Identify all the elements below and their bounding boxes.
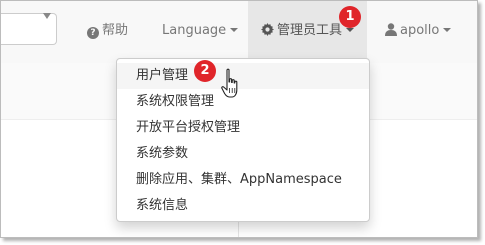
menu-item-system-permission[interactable]: 系统权限管理 bbox=[117, 89, 369, 115]
select-caret-icon[interactable] bbox=[43, 13, 51, 19]
menu-item-label: 系统参数 bbox=[136, 146, 189, 161]
gear-icon bbox=[261, 23, 274, 36]
admin-tools-menu: 用户管理 系统权限管理 开放平台授权管理 系统参数 删除应用、集群、AppNam… bbox=[116, 58, 370, 222]
menu-item-system-info[interactable]: 系统信息 bbox=[117, 193, 369, 219]
help-link[interactable]: ? 帮助 bbox=[87, 21, 128, 41]
caret-down-icon bbox=[443, 28, 452, 32]
user-label: apollo bbox=[400, 23, 440, 38]
user-icon bbox=[385, 23, 397, 36]
menu-item-system-params[interactable]: 系统参数 bbox=[117, 141, 369, 167]
menu-item-label: 系统权限管理 bbox=[136, 94, 215, 109]
admin-tools-label: 管理员工具 bbox=[277, 23, 343, 38]
step-badge-1: 1 bbox=[339, 6, 361, 28]
user-dropdown[interactable]: apollo bbox=[385, 21, 452, 41]
menu-item-delete-app-cluster-namespace[interactable]: 删除应用、集群、AppNamespace bbox=[117, 167, 369, 193]
language-label: Language bbox=[162, 23, 227, 38]
admin-tools-dropdown[interactable]: 管理员工具 bbox=[261, 21, 355, 41]
language-dropdown[interactable]: Language bbox=[162, 21, 239, 41]
menu-item-label: 开放平台授权管理 bbox=[136, 120, 241, 135]
help-label: 帮助 bbox=[102, 23, 129, 38]
menu-item-label: 删除应用、集群、AppNamespace bbox=[136, 172, 342, 187]
menu-item-user-management[interactable]: 用户管理 bbox=[117, 63, 369, 89]
caret-down-icon bbox=[230, 28, 239, 32]
menu-item-open-platform-auth[interactable]: 开放平台授权管理 bbox=[117, 115, 369, 141]
question-circle-icon: ? bbox=[87, 27, 99, 39]
caret-down-icon bbox=[346, 28, 355, 32]
top-navbar: ? 帮助 Language 管理员工具 apollo 1 bbox=[1, 1, 477, 64]
menu-item-label: 系统信息 bbox=[136, 198, 189, 213]
step-badge-2: 2 bbox=[194, 60, 216, 82]
screenshot-frame: ? 帮助 Language 管理员工具 apollo 1 用户管理 系统权限管理… bbox=[0, 0, 478, 238]
hand-pointer-icon bbox=[221, 68, 238, 98]
menu-item-label: 用户管理 bbox=[136, 68, 189, 83]
